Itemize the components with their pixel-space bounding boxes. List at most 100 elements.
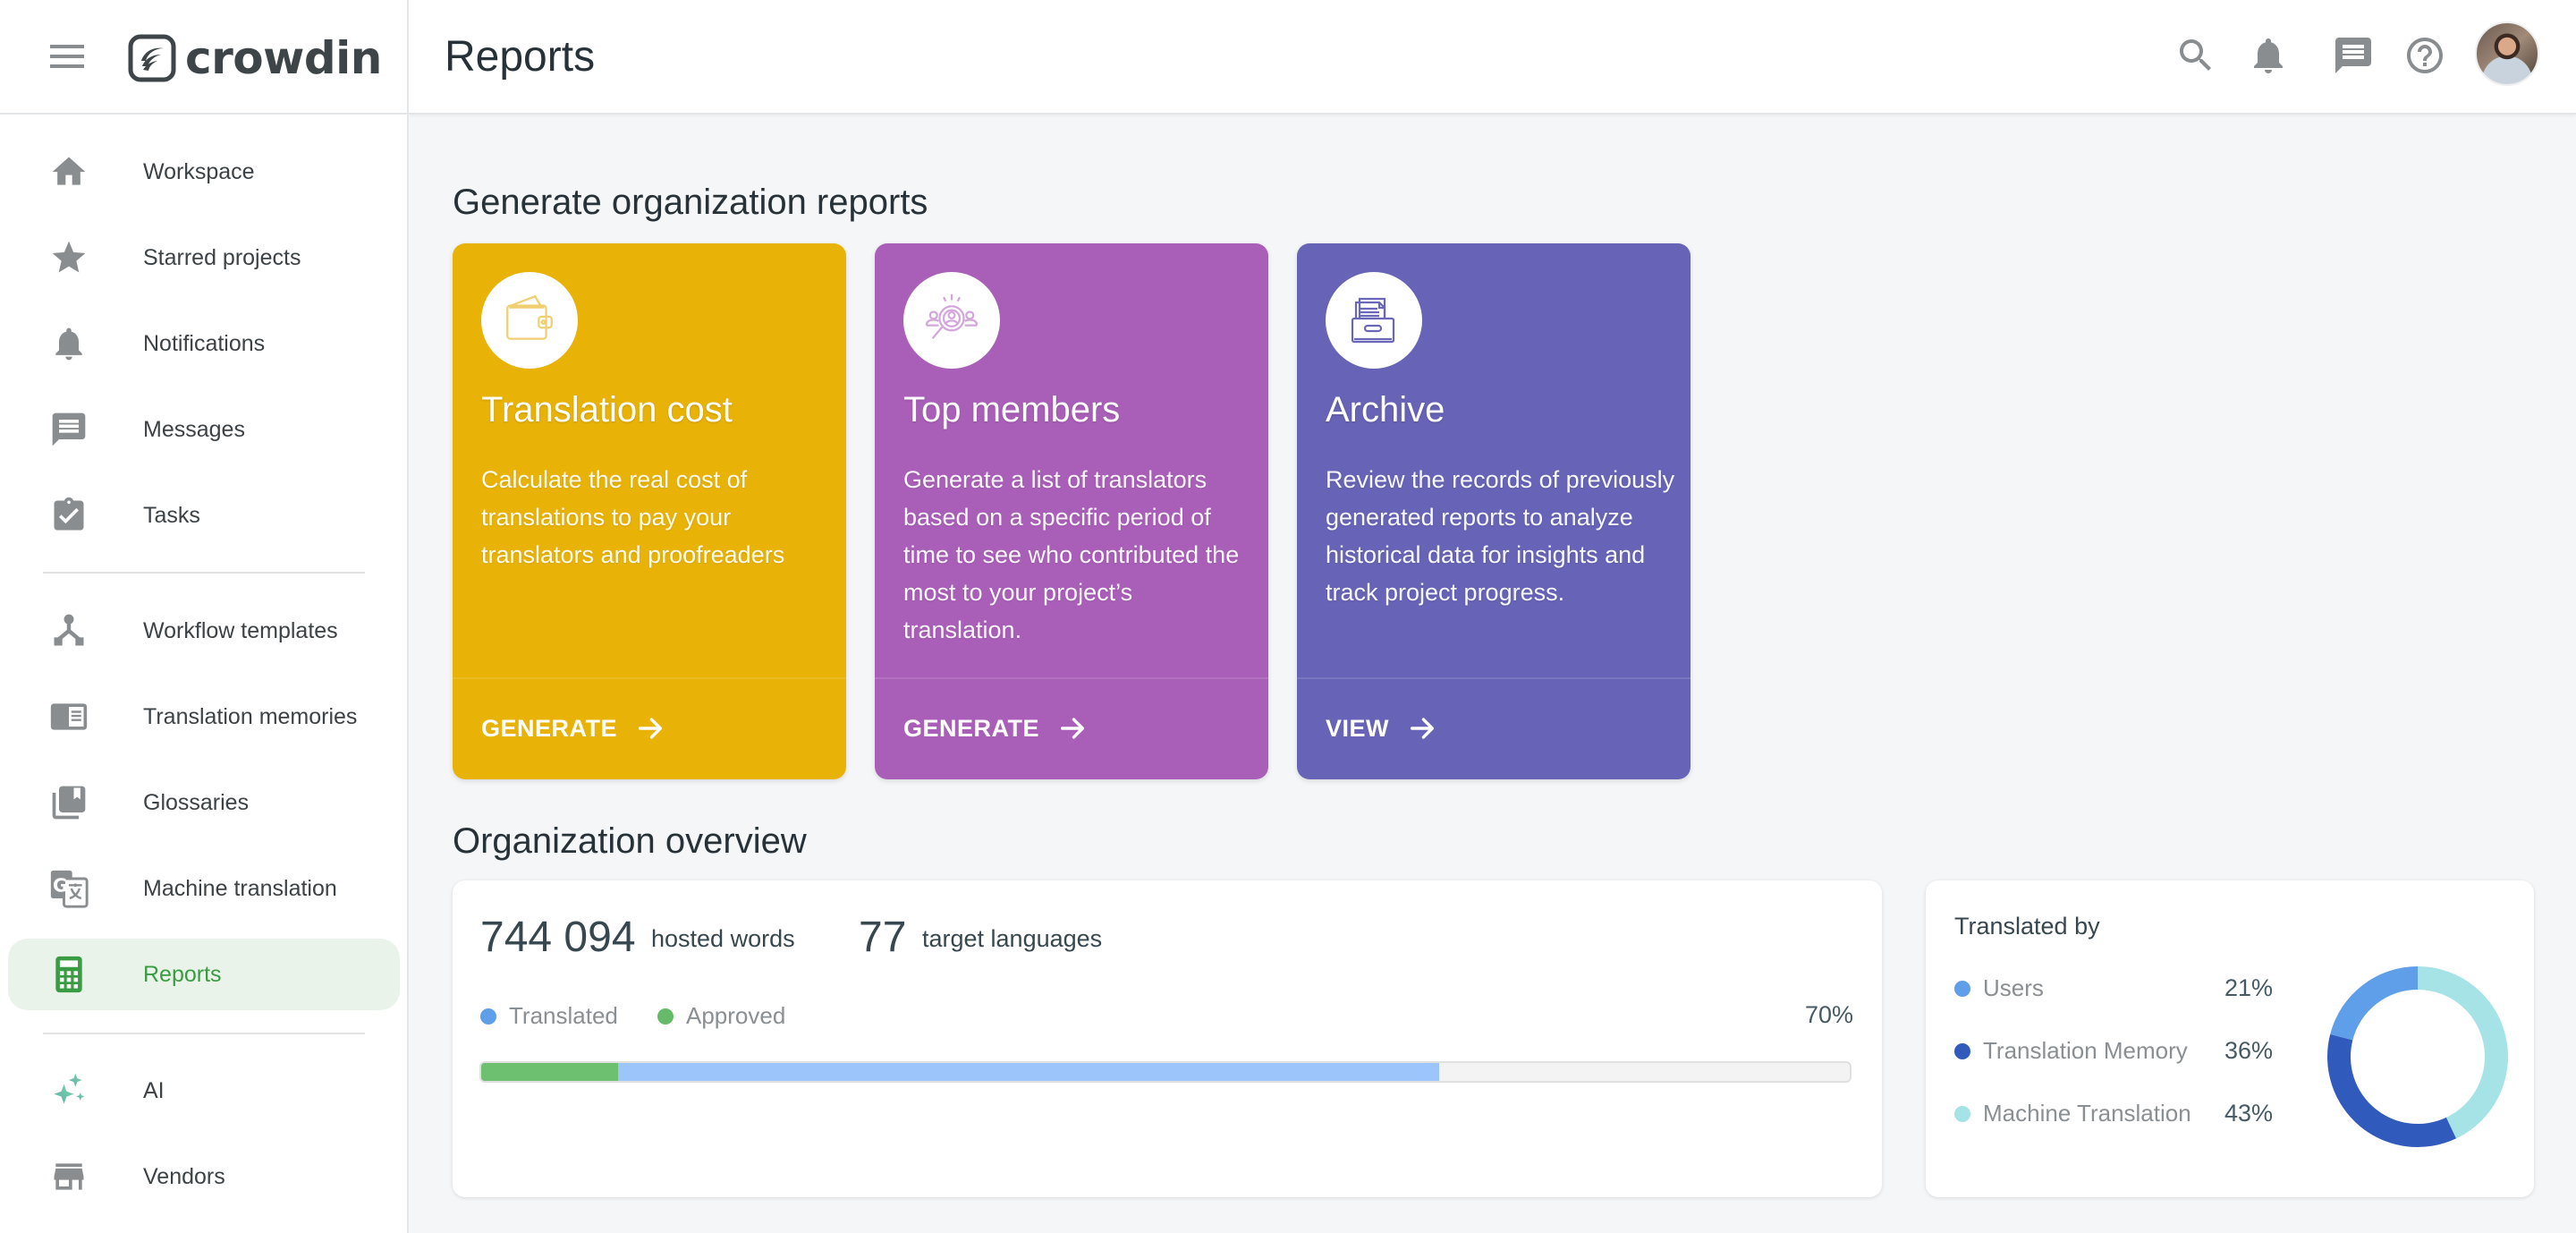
card-description: Calculate the real cost of translations …: [481, 466, 785, 568]
sidebar-item-label: Tasks: [143, 502, 200, 528]
sidebar-item-label: Machine translation: [143, 875, 337, 901]
translated-by-title: Translated by: [1954, 913, 2100, 940]
clipboard-check-icon: [54, 497, 84, 531]
store-icon: [54, 1163, 84, 1190]
row-value: 21%: [2224, 974, 2274, 1001]
target-languages-count: 77: [859, 914, 907, 961]
menu-icon[interactable]: [50, 45, 84, 68]
card-icon-badge: [1326, 272, 1422, 369]
arrow-right-icon: [1410, 718, 1435, 739]
sidebar-item-label: Glossaries: [143, 789, 250, 815]
card-action-label: VIEW: [1326, 714, 1390, 742]
message-icon: [52, 412, 86, 446]
sidebar-item-tasks[interactable]: Tasks: [8, 480, 400, 551]
workflow-icon: [54, 614, 84, 646]
crowdin-logo-icon: [128, 34, 176, 82]
sparkles-icon: [54, 1073, 85, 1104]
legend-translated: Translated: [480, 1002, 618, 1030]
card-action-label: GENERATE: [481, 714, 618, 742]
donut-slice-machine-translation: [2418, 966, 2508, 1139]
home-icon: [52, 157, 86, 185]
machine-translation-icon: G: [50, 870, 89, 908]
card-action-label: GENERATE: [903, 714, 1040, 742]
progress-translated-segment: [481, 1063, 1439, 1081]
row-label: Translation Memory: [1983, 1037, 2188, 1064]
arrow-right-icon: [638, 718, 663, 739]
sidebar-item-label: Messages: [143, 416, 245, 442]
sidebar-item-label: Reports: [143, 961, 222, 987]
card-icon-badge: [903, 272, 1000, 369]
search-icon[interactable]: [2174, 34, 2217, 77]
nav-divider: [43, 572, 365, 574]
sidebar-item-starred-projects[interactable]: Starred projects: [8, 222, 400, 293]
translated-by-donut-chart: [2327, 966, 2508, 1147]
sidebar: crowdin Workspace Starred projects Notif…: [0, 0, 409, 1233]
sidebar-item-reports[interactable]: Reports: [8, 939, 400, 1010]
row-label: Machine Translation: [1983, 1100, 2191, 1127]
translated-percentage: 70%: [1804, 1001, 1853, 1028]
overview-section-title: Organization overview: [453, 821, 807, 861]
sidebar-item-vendors[interactable]: Vendors: [8, 1141, 400, 1212]
calculator-icon: [55, 956, 82, 993]
sidebar-item-messages[interactable]: Messages: [8, 394, 400, 465]
wallet-icon: [506, 294, 553, 340]
sidebar-item-glossaries[interactable]: Glossaries: [8, 767, 400, 838]
avatar[interactable]: [2475, 21, 2539, 86]
translated-by-panel: Translated by Users 21% Translation Memo…: [1926, 880, 2534, 1197]
translated-by-row-machine-translation: Machine Translation 43%: [1954, 1100, 2273, 1127]
users-dot: [1954, 980, 1970, 997]
star-icon: [52, 241, 86, 273]
card-title: Translation cost: [481, 390, 733, 429]
bell-icon[interactable]: [2247, 34, 2290, 77]
sidebar-item-workflow-templates[interactable]: Workflow templates: [8, 595, 400, 667]
donut-slice-users: [2330, 966, 2418, 1041]
sidebar-item-notifications[interactable]: Notifications: [8, 308, 400, 379]
sidebar-item-machine-translation[interactable]: G Machine translation: [8, 853, 400, 924]
translated-dot: [480, 1008, 496, 1025]
progress-approved-segment: [481, 1063, 618, 1081]
archive-icon: [1351, 297, 1395, 344]
legend-approved: Approved: [657, 1002, 785, 1030]
sidebar-item-translation-memories[interactable]: Translation memories: [8, 681, 400, 753]
report-card-archive: Archive Review the records of previously…: [1297, 243, 1690, 779]
view-archive-button[interactable]: VIEW: [1326, 713, 1437, 744]
member-search-icon: [925, 293, 979, 339]
card-title: Archive: [1326, 390, 1445, 429]
translation-memory-dot: [1954, 1042, 1970, 1059]
hosted-words-count: 744 094: [480, 914, 636, 961]
sidebar-item-label: Workspace: [143, 158, 255, 184]
translation-progress-bar: [479, 1061, 1852, 1083]
sidebar-item-label: Vendors: [143, 1163, 225, 1189]
row-label: Users: [1983, 974, 2044, 1001]
hosted-words-label: hosted words: [651, 925, 795, 952]
sidebar-item-ai[interactable]: AI: [8, 1055, 400, 1127]
report-card-translation-cost: Translation cost Calculate the real cost…: [453, 243, 846, 779]
approved-dot: [657, 1008, 674, 1025]
report-card-top-members: Top members Generate a list of translato…: [875, 243, 1268, 779]
translated-by-row-users: Users 21%: [1954, 974, 2273, 1002]
donut-slice-translation-memory: [2327, 1033, 2457, 1147]
card-footer: GENERATE: [453, 677, 846, 779]
legend-label: Translated: [509, 1002, 618, 1029]
generate-top-members-button[interactable]: GENERATE: [903, 713, 1088, 744]
message-icon[interactable]: [2332, 34, 2375, 77]
card-footer: GENERATE: [875, 677, 1268, 779]
card-description: Review the records of previously generat…: [1326, 466, 1675, 606]
machine-translation-dot: [1954, 1105, 1970, 1122]
sidebar-item-workspace[interactable]: Workspace: [8, 136, 400, 208]
glossary-icon: [52, 786, 86, 820]
svg-text:G: G: [53, 875, 68, 897]
page-title: Reports: [445, 33, 596, 81]
card-description: Generate a list of translators based on …: [903, 466, 1240, 643]
row-value: 43%: [2224, 1100, 2274, 1127]
sidebar-item-label: Workflow templates: [143, 617, 338, 643]
bell-icon: [55, 327, 82, 361]
generate-translation-cost-button[interactable]: GENERATE: [481, 713, 665, 744]
sidebar-header: crowdin: [0, 0, 407, 115]
legend-label: Approved: [686, 1002, 786, 1029]
logo[interactable]: crowdin: [128, 32, 382, 84]
sidebar-item-label: Notifications: [143, 330, 266, 356]
card-title: Top members: [903, 390, 1121, 429]
help-icon[interactable]: [2403, 34, 2446, 77]
target-languages-label: target languages: [922, 925, 1103, 952]
